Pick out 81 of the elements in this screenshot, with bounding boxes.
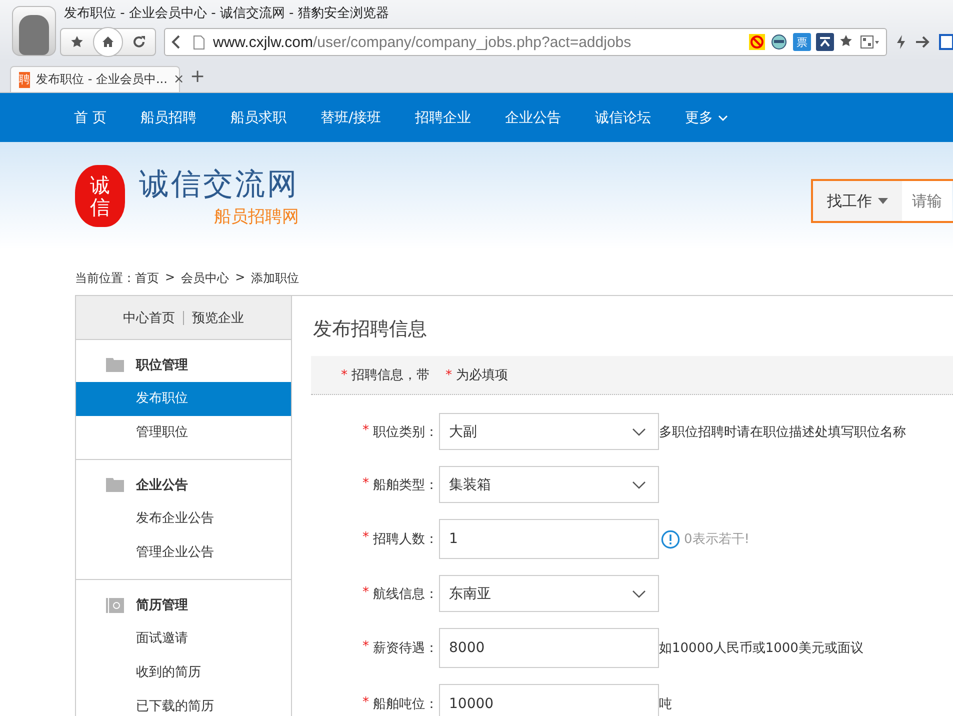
field-label: 航线信息： bbox=[373, 586, 438, 602]
qr-code-icon[interactable] bbox=[860, 35, 880, 49]
nav-link[interactable]: 替班/接班 bbox=[320, 108, 382, 126]
chevron-down-icon bbox=[632, 428, 646, 436]
top-icon[interactable] bbox=[816, 33, 834, 51]
chevron-down-icon bbox=[632, 590, 646, 598]
lightning-icon[interactable] bbox=[895, 34, 907, 50]
field-label: 薪资待遇： bbox=[373, 640, 438, 657]
required-asterisk: * bbox=[362, 422, 369, 440]
nav-link[interactable]: 船员求职 bbox=[230, 108, 286, 126]
breadcrumb-link[interactable]: 添加职位 bbox=[251, 270, 300, 287]
forward-arrow-icon[interactable] bbox=[915, 35, 931, 49]
breadcrumb-separator: > bbox=[235, 270, 246, 286]
window-title: 发布职位 - 企业会员中心 - 诚信交流网 - 猎豹安全浏览器 bbox=[63, 5, 390, 23]
required-asterisk: * bbox=[341, 368, 348, 382]
info-icon bbox=[661, 530, 680, 548]
field-hint: 吨 bbox=[659, 696, 672, 713]
input-field[interactable]: 8000 bbox=[439, 628, 659, 668]
sidebar-item[interactable]: 面试邀请 bbox=[76, 622, 291, 656]
search-input[interactable]: 请输 bbox=[902, 181, 952, 221]
breadcrumb-separator: > bbox=[165, 270, 176, 286]
field-label: 船舶吨位： bbox=[373, 696, 438, 713]
nav-link[interactable]: 企业公告 bbox=[505, 108, 562, 126]
home-icon bbox=[101, 35, 115, 49]
input-field[interactable]: 10000 bbox=[439, 684, 659, 716]
folder-icon bbox=[106, 478, 124, 492]
notice-text: 招聘信息，带 bbox=[352, 367, 430, 384]
nav-link[interactable]: 更多 bbox=[685, 108, 728, 126]
field-label: 招聘人数： bbox=[373, 531, 438, 548]
star-icon bbox=[70, 35, 84, 49]
field-hint: 0表示若干! bbox=[684, 531, 750, 548]
picture-icon[interactable] bbox=[939, 34, 953, 50]
site-name: 诚信交流网 bbox=[139, 166, 299, 204]
select-dropdown[interactable]: 集装箱 bbox=[439, 466, 659, 503]
folder-icon bbox=[106, 358, 124, 372]
tab-favicon: 聘 bbox=[19, 72, 30, 88]
sidebar-item[interactable]: 发布职位 bbox=[76, 382, 291, 416]
input-field[interactable]: 1 bbox=[439, 519, 659, 559]
site-slogan: 船员招聘网 bbox=[213, 206, 299, 228]
required-asterisk: * bbox=[362, 639, 369, 656]
sidebar-item[interactable]: 收到的简历 bbox=[76, 656, 291, 690]
page-icon bbox=[193, 34, 205, 50]
breadcrumb-text: 当前位置：首页 bbox=[75, 270, 159, 287]
nav-link[interactable]: 诚信论坛 bbox=[595, 108, 652, 126]
notice-text: 为必填项 bbox=[456, 367, 508, 384]
refresh-icon bbox=[132, 35, 146, 49]
field-hint: 多职位招聘时请在职位描述处填写职位名称 bbox=[659, 424, 906, 440]
select-dropdown[interactable]: 东南亚 bbox=[439, 575, 659, 612]
sidebar-item[interactable]: 管理职位 bbox=[76, 416, 291, 450]
sidebar-group-title: 简历管理 bbox=[136, 597, 188, 614]
nav-link[interactable]: 船员招聘 bbox=[140, 108, 196, 126]
home-button[interactable] bbox=[93, 27, 123, 57]
required-asterisk: * bbox=[362, 530, 369, 547]
sidebar-item[interactable]: 已下载的简历 bbox=[76, 690, 291, 716]
field-hint: 如10000人民币或1000美元或面议 bbox=[659, 640, 864, 657]
search-category-dropdown[interactable]: 找工作 bbox=[813, 181, 902, 221]
sidebar-item[interactable]: 管理企业公告 bbox=[76, 536, 291, 570]
sidebar-item[interactable]: 发布企业公告 bbox=[76, 502, 291, 536]
sidebar-group-title: 企业公告 bbox=[136, 476, 188, 494]
chevron-down-icon bbox=[718, 114, 728, 120]
required-asterisk: * bbox=[362, 695, 369, 712]
sidebar-group-title: 职位管理 bbox=[136, 357, 188, 374]
select-dropdown[interactable]: 大副 bbox=[439, 413, 659, 450]
sidebar-top-link[interactable]: 预览企业 bbox=[192, 308, 244, 326]
required-asterisk: * bbox=[446, 368, 452, 382]
required-asterisk: * bbox=[362, 476, 369, 492]
ticket-badge[interactable]: 票 bbox=[793, 33, 811, 51]
caret-down-icon bbox=[878, 198, 888, 204]
sidebar-top-link[interactable]: 中心首页 bbox=[123, 308, 175, 326]
seal-logo: 诚 信 bbox=[75, 165, 125, 227]
field-label: 职位类别： bbox=[373, 424, 438, 440]
address-bar[interactable]: www.cxjlw.com/user/company/company_jobs.php?act=addjobs 票 bbox=[164, 28, 887, 56]
browser-tab[interactable]: 聘 发布职位 - 企业会员中... × bbox=[10, 66, 180, 92]
chevron-down-icon bbox=[632, 480, 646, 488]
required-asterisk: * bbox=[362, 584, 369, 602]
page-title: 发布招聘信息 bbox=[312, 317, 428, 342]
block-icon[interactable] bbox=[749, 34, 765, 50]
nav-link[interactable]: 招聘企业 bbox=[415, 108, 472, 126]
nav-link[interactable]: 首 页 bbox=[74, 108, 106, 126]
breadcrumb-link[interactable]: 会员中心 bbox=[181, 270, 230, 287]
field-label: 船舶类型： bbox=[373, 476, 438, 494]
